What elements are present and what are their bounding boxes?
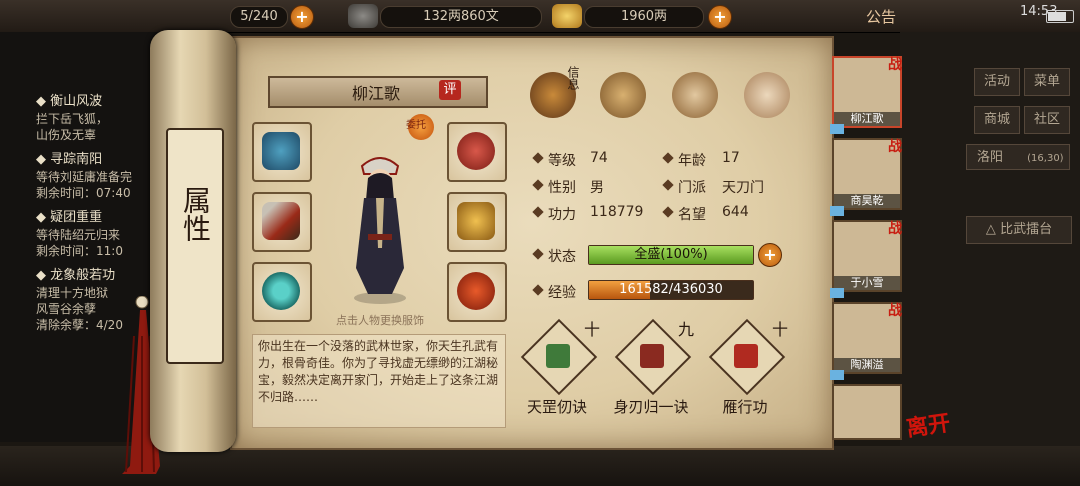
- party-member-5[interactable]: [832, 384, 902, 440]
- quest-desc: 山伤及无辜: [36, 128, 97, 142]
- equip-slot-bracer[interactable]: [252, 122, 312, 182]
- party-level-tag: [830, 288, 844, 298]
- location-coords: (16,30): [1027, 153, 1064, 164]
- map-scroll-icon[interactable]: [600, 72, 646, 118]
- rate-button[interactable]: 评: [439, 80, 461, 100]
- info-label[interactable]: 信息: [566, 66, 580, 90]
- power-label: 功力: [548, 207, 576, 223]
- sect-value: 天刀门: [722, 180, 764, 196]
- character-bio: 你出生在一个没落的武林世家，你天生孔武有力，根骨奇佳。你为了寻找虚无缥缈的江湖秘…: [252, 334, 506, 428]
- equip-slot-weapon[interactable]: [252, 192, 312, 252]
- quest-desc: 风雪谷余孽: [36, 302, 97, 316]
- armor-icon: [457, 202, 495, 240]
- bag-add-button[interactable]: +: [290, 5, 314, 29]
- entrust-label[interactable]: 委托: [406, 116, 426, 131]
- quest-title[interactable]: ◆ 衡山风波: [36, 90, 102, 109]
- exp-text: 161582/436030: [619, 282, 723, 297]
- bracer-icon: [262, 132, 300, 170]
- level-label: 等级: [548, 153, 576, 169]
- location-name: 洛阳: [977, 150, 1004, 165]
- quest-timer: 剩余时间：07:40: [36, 186, 131, 200]
- sect-label: 门派: [678, 180, 706, 196]
- gold-add-button[interactable]: +: [708, 5, 732, 29]
- power-value: 118779: [590, 204, 644, 220]
- skill-level: 九: [678, 320, 695, 339]
- quest-title[interactable]: ◆ 疑团重重: [36, 206, 102, 225]
- party-member-1[interactable]: 战 柳江歌: [830, 56, 902, 134]
- meridian-figure-icon[interactable]: [744, 72, 790, 118]
- state-label: 状态: [548, 249, 576, 265]
- fame-label: 名望: [678, 207, 706, 223]
- quest-title[interactable]: ◆ 寻踪南阳: [36, 148, 102, 167]
- equip-slot-belt[interactable]: [447, 122, 507, 182]
- skill-name: 雁行功: [722, 398, 768, 416]
- level-value: 74: [590, 150, 608, 166]
- party-member-3[interactable]: 战 于小雪: [830, 220, 902, 298]
- fame-value: 644: [722, 204, 749, 220]
- quest-title[interactable]: ◆ 龙象般若功: [36, 264, 115, 283]
- gender-value: 男: [590, 180, 604, 196]
- change-outfit-hint: 点击人物更换服饰: [336, 314, 424, 327]
- shop-button[interactable]: 商城: [974, 106, 1020, 134]
- party-member-4[interactable]: 战 陶渊溢: [830, 302, 902, 380]
- exp-bar: 161582/436030: [588, 280, 754, 300]
- ring-icon: [262, 272, 300, 310]
- belt-icon: [457, 132, 495, 170]
- menu-button[interactable]: 菜单: [1024, 68, 1070, 96]
- gold-value: 1960两: [584, 6, 704, 28]
- attribute-tab-label[interactable]: 属性: [166, 186, 224, 242]
- age-label: 年龄: [678, 153, 706, 169]
- skill-name: 天罡仞诀: [526, 398, 587, 416]
- activity-button[interactable]: 活动: [974, 68, 1020, 96]
- green-book-icon: [546, 344, 570, 368]
- party-level-tag: [830, 124, 844, 134]
- red-book-icon: [734, 344, 758, 368]
- state-text: 全盛(100%): [634, 247, 708, 262]
- leave-button[interactable]: 离开: [904, 405, 952, 443]
- hero-figure[interactable]: [340, 138, 420, 306]
- quest-progress: 清除余孽：4/20: [36, 318, 123, 332]
- state-add-button[interactable]: +: [758, 243, 782, 267]
- party-member-2[interactable]: 战 商昊乾: [830, 138, 902, 216]
- top-resource-bar: 5/240 + 132两860文 1960两 + 公告 14:53: [0, 0, 1080, 33]
- quest-desc: 等待刘延庸准备完: [36, 170, 133, 184]
- equip-slot-armor[interactable]: [447, 192, 507, 252]
- community-button[interactable]: 社区: [1024, 106, 1070, 134]
- gender-label: 性别: [548, 180, 576, 196]
- age-value: 17: [722, 150, 740, 166]
- battle-badge: 战: [888, 139, 902, 155]
- skill-name: 身刃归一诀: [613, 398, 689, 416]
- party-level-tag: [830, 370, 844, 380]
- arena-button[interactable]: △ 比武擂台: [966, 216, 1072, 244]
- exp-label: 经验: [548, 285, 576, 301]
- bagua-icon[interactable]: [672, 72, 718, 118]
- quest-desc: 等待陆绍元归来: [36, 228, 121, 242]
- bag-count: 5/240: [230, 6, 288, 28]
- sword-icon: [262, 202, 300, 240]
- battle-badge: 战: [888, 303, 902, 319]
- skill-level: 十: [772, 320, 789, 339]
- coin-icon: [348, 4, 378, 28]
- battle-badge: 战: [888, 57, 902, 73]
- gold-ingot-icon: [552, 4, 582, 28]
- red-book-icon: [640, 344, 664, 368]
- quest-desc: 拦下岳飞狐，: [36, 112, 109, 126]
- location-display[interactable]: 洛阳 (16,30): [966, 144, 1070, 170]
- money-value: 132两860文: [380, 6, 542, 28]
- skill-level: 十: [584, 320, 601, 339]
- quest-timer: 剩余时间：11:0: [36, 244, 123, 258]
- attribute-tab-frame[interactable]: [166, 128, 224, 364]
- notice-button[interactable]: 公告: [866, 6, 896, 27]
- battery-icon: [1046, 10, 1074, 23]
- party-level-tag: [830, 206, 844, 216]
- state-bar: 全盛(100%): [588, 245, 754, 265]
- battle-badge: 战: [888, 221, 902, 237]
- quest-desc: 清理十方地狱: [36, 286, 109, 300]
- pouch-icon: [457, 272, 495, 310]
